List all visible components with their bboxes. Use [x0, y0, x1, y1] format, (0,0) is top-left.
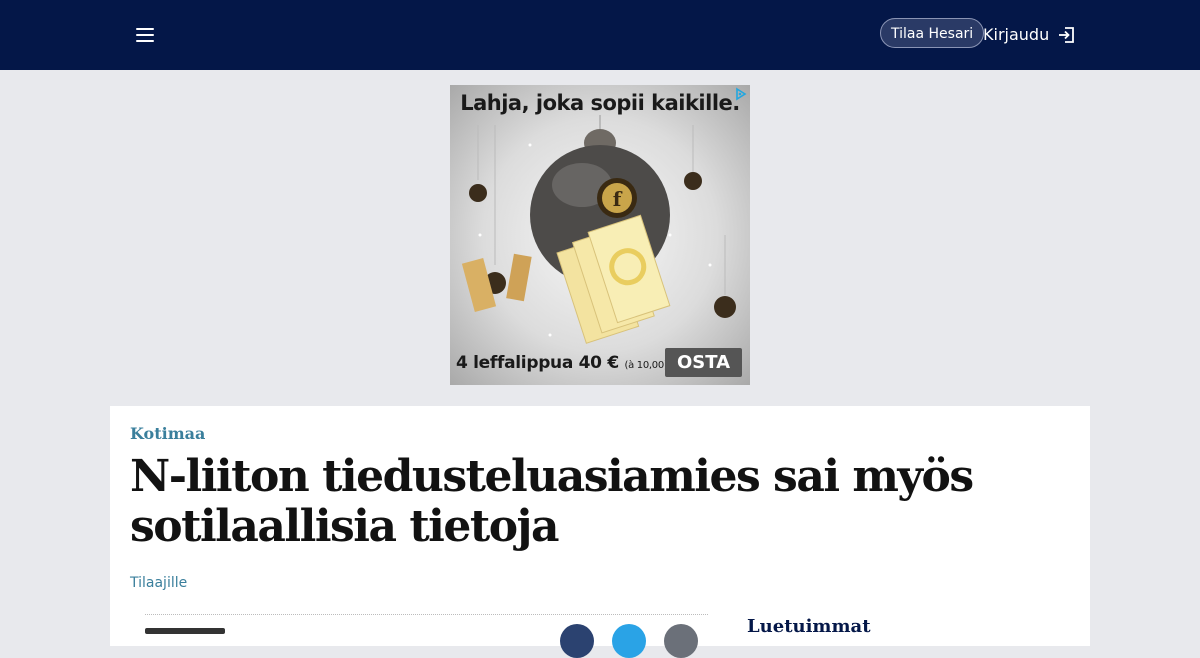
- email-share-icon[interactable]: [664, 624, 698, 658]
- article-card: Kotimaa N-liiton tiedusteluasiamies sai …: [110, 406, 1090, 658]
- subscribe-button[interactable]: Tilaa Hesari: [880, 18, 985, 48]
- ad-buy-button[interactable]: OSTA: [665, 348, 742, 377]
- divider: [145, 614, 708, 615]
- svg-text:f: f: [613, 187, 623, 211]
- most-read-heading: Luetuimmat: [747, 616, 871, 637]
- login-label: Kirjaudu: [983, 25, 1050, 44]
- facebook-share-icon[interactable]: [560, 624, 594, 658]
- advertisement-banner[interactable]: f Lahja, joka sopii kaikille. 4 leffalip…: [450, 85, 750, 385]
- ad-offer: 4 leffalippua 40 € (à 10,00): [456, 353, 668, 373]
- login-link[interactable]: Kirjaudu: [983, 22, 1075, 48]
- login-icon: [1059, 27, 1075, 43]
- hamburger-menu-icon[interactable]: [134, 24, 156, 46]
- ad-headline: Lahja, joka sopii kaikille.: [460, 91, 740, 115]
- ad-offer-text: 4 leffalippua 40 €: [456, 353, 619, 373]
- byline: [145, 628, 225, 634]
- subscriber-only-label: Tilaajille: [130, 575, 188, 591]
- twitter-share-icon[interactable]: [612, 624, 646, 658]
- section-link[interactable]: Kotimaa: [130, 424, 205, 443]
- ad-artwork: f: [461, 115, 736, 344]
- ad-offer-note: (à 10,00): [624, 360, 668, 371]
- site-header: Tilaa Hesari Kirjaudu: [0, 0, 1200, 70]
- article-headline: N-liiton tiedusteluasiamies sai myös sot…: [130, 451, 974, 552]
